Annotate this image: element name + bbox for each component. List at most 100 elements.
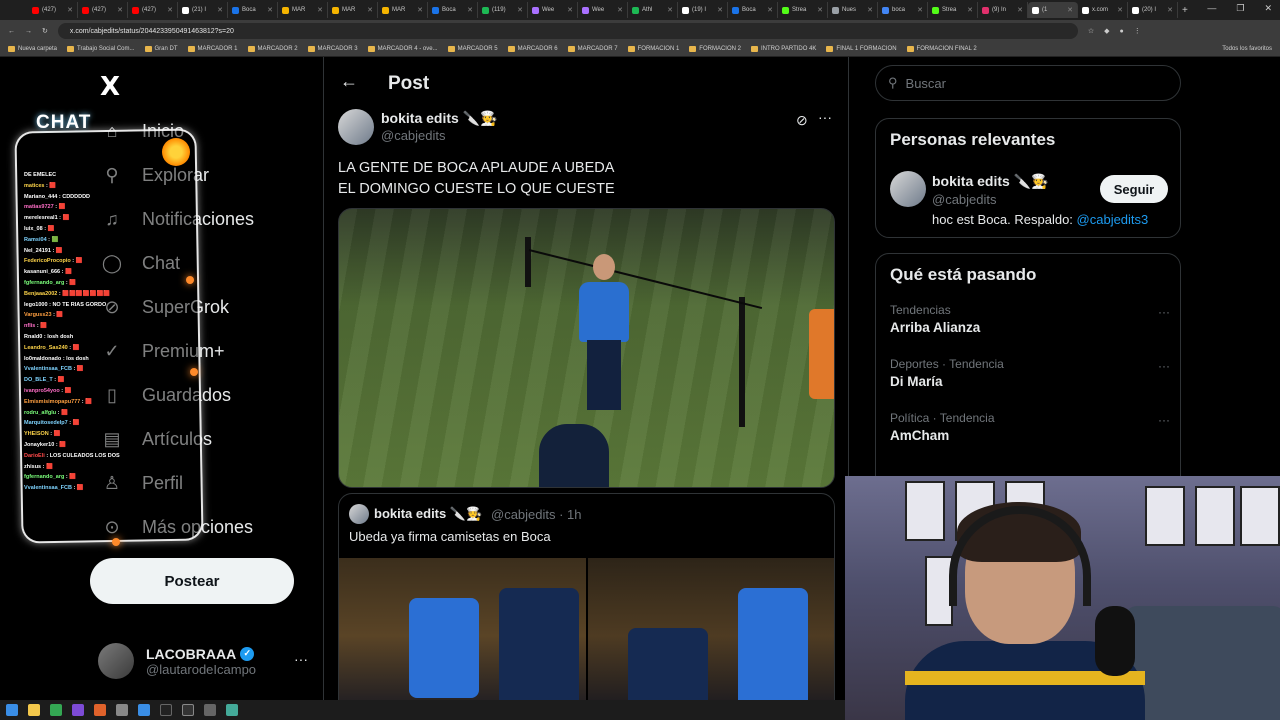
tab-close-icon[interactable]: ✕ [567, 6, 573, 14]
tab-close-icon[interactable]: ✕ [1017, 6, 1023, 14]
trend-more-icon[interactable]: ··· [1158, 359, 1170, 373]
avatar[interactable] [890, 171, 926, 207]
app-icon[interactable] [160, 704, 172, 716]
bookmark-item[interactable]: Trabajo Social Com... [67, 46, 135, 52]
browser-tab[interactable]: (20) I ✕ [1128, 2, 1178, 18]
author-name[interactable]: bokita edits 🔪🧑‍🍳 [381, 110, 498, 127]
browser-tab[interactable]: Athl ✕ [628, 2, 678, 18]
browser-tab[interactable]: x.com ✕ [1078, 2, 1128, 18]
tab-close-icon[interactable]: ✕ [967, 6, 973, 14]
tab-close-icon[interactable]: ✕ [1167, 6, 1173, 14]
bookmark-item[interactable]: MARCADOR 1 [187, 46, 238, 52]
app-icon[interactable] [204, 704, 216, 716]
browser-tab[interactable]: (1 ✕ [1028, 2, 1078, 18]
relevant-handle[interactable]: @cabjedits [932, 192, 997, 207]
bookmark-item[interactable]: FORMACION FINAL 2 [906, 46, 977, 52]
quote-image-2[interactable] [588, 558, 834, 700]
tab-close-icon[interactable]: ✕ [217, 6, 223, 14]
tab-close-icon[interactable]: ✕ [717, 6, 723, 14]
relevant-name[interactable]: bokita edits 🔪🧑‍🍳 [932, 173, 1049, 190]
profile-icon-browser[interactable]: ● [1120, 28, 1124, 35]
star-icon[interactable]: ☆ [1088, 27, 1094, 35]
tab-close-icon[interactable]: ✕ [617, 6, 623, 14]
browser-tab[interactable]: Boca ✕ [728, 2, 778, 18]
tab-close-icon[interactable]: ✕ [1067, 6, 1073, 14]
app-icon[interactable] [94, 704, 106, 716]
tab-close-icon[interactable]: ✕ [517, 6, 523, 14]
url-field[interactable]: x.com/cabjedits/status/20442339504914638… [57, 23, 1078, 39]
post-video[interactable] [338, 208, 835, 488]
browser-tab[interactable]: Strea ✕ [928, 2, 978, 18]
browser-tab[interactable]: Wee ✕ [578, 2, 628, 18]
browser-tab[interactable]: (119) ✕ [478, 2, 528, 18]
bookmark-item[interactable]: Gran DT [144, 46, 178, 52]
chrome-icon[interactable] [50, 704, 62, 716]
browser-tab[interactable]: MAR ✕ [328, 2, 378, 18]
reload-icon[interactable]: ↻ [42, 27, 48, 35]
grok-explain-icon[interactable]: ⊘ [796, 112, 808, 129]
more-icon[interactable]: ··· [818, 109, 832, 125]
trend-item[interactable]: Tendencias Arriba Alianza ··· [890, 303, 1170, 335]
browser-tab[interactable]: Strea ✕ [778, 2, 828, 18]
bookmark-item[interactable]: MARCADOR 3 [307, 46, 358, 52]
windows-start-icon[interactable] [6, 704, 18, 716]
app-icon[interactable] [182, 704, 194, 716]
app-icon[interactable] [138, 704, 150, 716]
browser-tab[interactable]: (427) ✕ [78, 2, 128, 18]
app-icon[interactable] [72, 704, 84, 716]
browser-tab[interactable]: (427) ✕ [28, 2, 78, 18]
tab-close-icon[interactable]: ✕ [867, 6, 873, 14]
browser-tab[interactable]: MAR ✕ [278, 2, 328, 18]
browser-tab[interactable]: (19) I ✕ [678, 2, 728, 18]
all-bookmarks-link[interactable]: Todos los favoritos [1222, 46, 1272, 52]
extensions-icon[interactable]: ◆ [1104, 27, 1109, 35]
x-logo[interactable]: X [100, 72, 120, 102]
browser-tab[interactable]: Boca ✕ [428, 2, 478, 18]
tab-close-icon[interactable]: ✕ [367, 6, 373, 14]
browser-tab[interactable]: Wee ✕ [528, 2, 578, 18]
tab-close-icon[interactable]: ✕ [417, 6, 423, 14]
browser-tab[interactable]: MAR ✕ [378, 2, 428, 18]
trend-more-icon[interactable]: ··· [1158, 305, 1170, 319]
back-arrow-icon[interactable]: ← [340, 71, 358, 92]
post-button[interactable]: Postear [90, 558, 294, 604]
quote-image-1[interactable] [339, 558, 586, 700]
bookmark-item[interactable]: MARCADOR 6 [507, 46, 558, 52]
forward-nav-icon[interactable]: → [25, 28, 32, 35]
account-switcher[interactable]: LACOBRAAA ✓ @lautarodeIcampo ··· [98, 643, 308, 679]
bookmark-item[interactable]: MARCADOR 4 - ove... [367, 46, 438, 52]
tab-close-icon[interactable]: ✕ [1117, 6, 1123, 14]
bookmark-item[interactable]: FORMACION 2 [689, 46, 741, 52]
follow-button[interactable]: Seguir [1100, 175, 1168, 203]
bookmark-item[interactable]: INTRO PARTIDO 4K [750, 46, 816, 52]
close-window-icon[interactable]: ✕ [1264, 3, 1272, 14]
browser-tab[interactable]: boca ✕ [878, 2, 928, 18]
account-more-icon[interactable]: ··· [294, 651, 308, 667]
tab-close-icon[interactable]: ✕ [817, 6, 823, 14]
browser-tab[interactable]: (9) In ✕ [978, 2, 1028, 18]
tab-close-icon[interactable]: ✕ [667, 6, 673, 14]
tab-close-icon[interactable]: ✕ [917, 6, 923, 14]
tab-close-icon[interactable]: ✕ [67, 6, 73, 14]
browser-tab[interactable]: Boca ✕ [228, 2, 278, 18]
app-icon[interactable] [116, 704, 128, 716]
search-input[interactable]: ⚲ Buscar [875, 65, 1181, 101]
bookmark-item[interactable]: FINAL 1 FORMACION [826, 46, 897, 52]
maximize-icon[interactable]: ❐ [1236, 3, 1244, 14]
bookmark-item[interactable]: MARCADOR 5 [447, 46, 498, 52]
minimize-icon[interactable]: — [1207, 3, 1216, 14]
file-explorer-icon[interactable] [28, 704, 40, 716]
back-nav-icon[interactable]: ← [8, 28, 15, 35]
browser-tab[interactable]: (427) ✕ [128, 2, 178, 18]
browser-tab[interactable]: Nues ✕ [828, 2, 878, 18]
author-handle[interactable]: @cabjedits [381, 128, 446, 143]
author-avatar[interactable] [338, 109, 374, 145]
bookmark-item[interactable]: MARCADOR 2 [247, 46, 298, 52]
tab-close-icon[interactable]: ✕ [317, 6, 323, 14]
quoted-post[interactable]: bokita edits 🔪🧑‍🍳 @cabjedits · 1h Ubeda … [338, 493, 835, 700]
trend-item[interactable]: Política · Tendencia AmCham ··· [890, 411, 1170, 443]
bookmark-item[interactable]: MARCADOR 7 [567, 46, 618, 52]
tab-close-icon[interactable]: ✕ [167, 6, 173, 14]
app-icon[interactable] [226, 704, 238, 716]
browser-tab[interactable]: (21) I ✕ [178, 2, 228, 18]
